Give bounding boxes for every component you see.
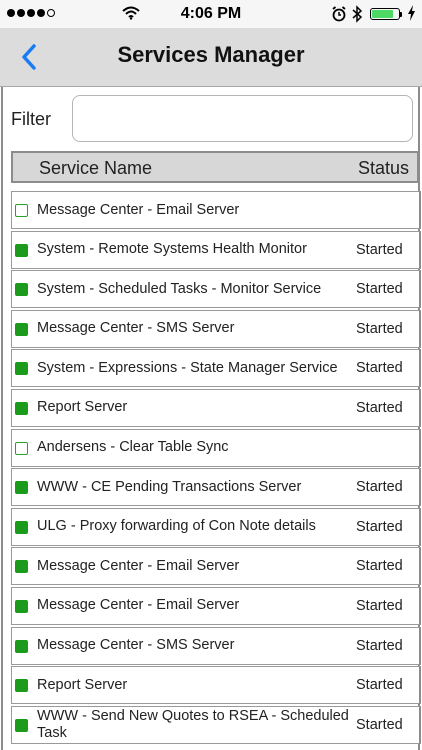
service-name: Message Center - Email Server <box>37 597 240 614</box>
service-status: Started <box>356 281 403 298</box>
status-started-icon <box>15 322 28 336</box>
charging-icon <box>407 5 416 26</box>
table-row[interactable]: System - Scheduled Tasks - Monitor Servi… <box>11 270 421 309</box>
services-panel: Filter Service Name Status Message Cente… <box>1 87 421 750</box>
service-status: Started <box>356 637 403 654</box>
filter-label: Filter <box>11 109 51 129</box>
service-status: Started <box>356 558 403 575</box>
status-started-icon <box>15 243 28 257</box>
service-name: Message Center - SMS Server <box>37 320 235 337</box>
status-started-icon <box>15 639 28 653</box>
status-started-icon <box>15 520 28 534</box>
service-name: Message Center - SMS Server <box>37 637 235 654</box>
service-status: Started <box>356 241 403 258</box>
service-status: Started <box>356 716 403 733</box>
status-stopped-icon <box>15 441 28 455</box>
service-name: WWW - Send New Quotes to RSEA - Schedule… <box>37 707 349 741</box>
status-started-icon <box>15 283 28 297</box>
table-row[interactable]: ULG - Proxy forwarding of Con Note detai… <box>11 507 421 546</box>
service-name: ULG - Proxy forwarding of Con Note detai… <box>37 518 316 535</box>
status-started-icon <box>15 718 28 732</box>
service-name: System - Expressions - State Manager Ser… <box>37 359 338 376</box>
service-name: Andersens - Clear Table Sync <box>37 439 229 456</box>
column-header-service-name[interactable]: Service Name <box>39 158 152 179</box>
table-row[interactable]: System - Expressions - State Manager Ser… <box>11 349 421 388</box>
services-list: Message Center - Email Server System - Re… <box>11 191 421 745</box>
navigation-bar: Services Manager <box>0 28 422 87</box>
status-started-icon <box>15 401 28 415</box>
service-status: Started <box>356 479 403 496</box>
table-row[interactable]: Message Center - Email Server Started <box>11 586 421 625</box>
table-row[interactable]: Message Center - Email Server Started <box>11 547 421 586</box>
table-row[interactable]: Message Center - SMS Server Started <box>11 309 421 348</box>
bluetooth-icon <box>351 5 363 28</box>
service-name: Message Center - Email Server <box>37 557 240 574</box>
table-row[interactable]: Message Center - Email Server <box>11 191 421 229</box>
table-row[interactable]: Message Center - SMS Server Started <box>11 626 421 665</box>
service-status: Started <box>356 677 403 694</box>
table-header: Service Name Status <box>11 151 419 183</box>
table-row[interactable]: WWW - Send New Quotes to RSEA - Schedule… <box>11 705 421 744</box>
service-status: Started <box>356 518 403 535</box>
service-status: Started <box>356 360 403 377</box>
table-row[interactable]: Report Server Started <box>11 388 421 427</box>
page-title: Services Manager <box>117 42 305 67</box>
service-name: System - Scheduled Tasks - Monitor Servi… <box>37 280 322 297</box>
service-name: WWW - CE Pending Transactions Server <box>37 478 302 495</box>
alarm-icon <box>331 6 347 27</box>
service-name: System - Remote Systems Health Monitor <box>37 241 307 258</box>
service-name: Message Center - Email Server <box>37 201 240 218</box>
status-started-icon <box>15 560 28 574</box>
table-row[interactable]: Report Server Started <box>11 666 421 705</box>
table-row[interactable]: System - Remote Systems Health Monitor St… <box>11 230 421 269</box>
service-status: Started <box>356 597 403 614</box>
service-name: Report Server <box>37 676 128 693</box>
battery-icon <box>370 8 404 22</box>
status-started-icon <box>15 679 28 693</box>
table-row[interactable]: WWW - CE Pending Transactions Server Star… <box>11 468 421 507</box>
table-row[interactable]: Andersens - Clear Table Sync <box>11 428 421 467</box>
status-started-icon <box>15 599 28 613</box>
status-started-icon <box>15 362 28 376</box>
status-bar: 4:06 PM <box>0 0 422 28</box>
status-stopped-icon <box>15 204 28 217</box>
service-name: Report Server <box>37 399 128 416</box>
status-started-icon <box>15 481 28 495</box>
column-header-status[interactable]: Status <box>358 158 409 179</box>
service-status: Started <box>356 320 403 337</box>
filter-input[interactable] <box>72 95 413 142</box>
service-status: Started <box>356 399 403 416</box>
